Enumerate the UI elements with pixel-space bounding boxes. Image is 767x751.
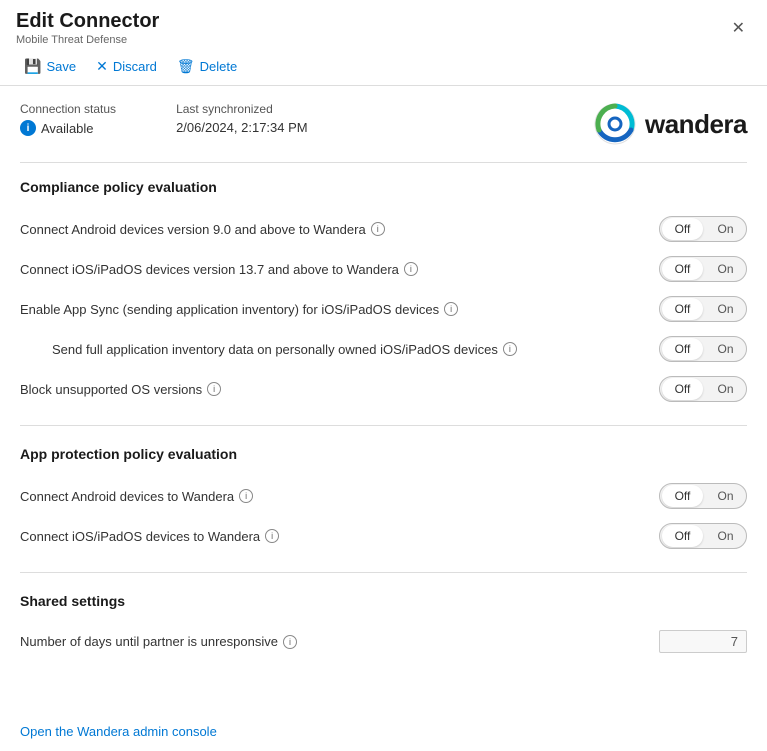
compliance-setting-label-2: Enable App Sync (sending application inv…: [20, 302, 659, 317]
toggle-on-1[interactable]: On: [705, 258, 746, 280]
toggle-off-3[interactable]: Off: [662, 338, 703, 360]
compliance-toggle-3[interactable]: Off On: [659, 336, 747, 362]
dialog-subtitle: Mobile Threat Defense: [16, 34, 159, 46]
app-protection-toggle-1[interactable]: Off On: [659, 523, 747, 549]
content-area: Connection status i Available Last synch…: [0, 86, 767, 712]
last-sync-text: 2/06/2024, 2:17:34 PM: [176, 120, 308, 135]
app-toggle-off-0[interactable]: Off: [662, 485, 703, 507]
compliance-setting-label-4: Block unsupported OS versions i: [20, 382, 659, 397]
days-setting-label: Number of days until partner is unrespon…: [20, 634, 659, 649]
compliance-section: Compliance policy evaluation Connect And…: [20, 179, 747, 426]
compliance-setting-row-4: Block unsupported OS versions i Off On: [20, 369, 747, 409]
app-protection-row-0: Connect Android devices to Wandera i Off…: [20, 476, 747, 516]
status-info-icon: i: [20, 120, 36, 136]
app-toggle-on-0[interactable]: On: [705, 485, 746, 507]
status-section: Connection status i Available Last synch…: [20, 102, 747, 163]
app-protection-label-0: Connect Android devices to Wandera i: [20, 489, 659, 504]
save-button[interactable]: 💾 Save: [16, 54, 84, 79]
compliance-setting-text-3: Send full application inventory data on …: [52, 342, 498, 357]
compliance-info-icon-2[interactable]: i: [444, 302, 458, 316]
compliance-setting-text-0: Connect Android devices version 9.0 and …: [20, 222, 366, 237]
toggle-off-4[interactable]: Off: [662, 378, 703, 400]
dialog-title: Edit Connector: [16, 10, 159, 33]
toggle-on-2[interactable]: On: [705, 298, 746, 320]
delete-icon: 🗑: [177, 58, 195, 75]
app-protection-section-title: App protection policy evaluation: [20, 446, 747, 462]
app-protection-toggle-0[interactable]: Off On: [659, 483, 747, 509]
compliance-setting-text-2: Enable App Sync (sending application inv…: [20, 302, 439, 317]
app-protection-label-1: Connect iOS/iPadOS devices to Wandera i: [20, 529, 659, 544]
compliance-info-icon-3[interactable]: i: [503, 342, 517, 356]
wandera-logo: wandera: [593, 102, 747, 146]
title-bar-left: Edit Connector Mobile Threat Defense: [16, 10, 159, 46]
toolbar: 💾 Save ✕ Discard 🗑 Delete: [0, 48, 767, 86]
app-protection-text-1: Connect iOS/iPadOS devices to Wandera: [20, 529, 260, 544]
compliance-setting-row-0: Connect Android devices version 9.0 and …: [20, 209, 747, 249]
app-protection-text-0: Connect Android devices to Wandera: [20, 489, 234, 504]
compliance-setting-text-4: Block unsupported OS versions: [20, 382, 202, 397]
compliance-info-icon-4[interactable]: i: [207, 382, 221, 396]
discard-button[interactable]: ✕ Discard: [88, 54, 165, 79]
connection-status-text: Available: [41, 121, 94, 136]
footer-section: Open the Wandera admin console: [0, 712, 767, 751]
compliance-setting-label-0: Connect Android devices version 9.0 and …: [20, 222, 659, 237]
connection-status-col: Connection status i Available: [20, 102, 116, 136]
wandera-admin-link[interactable]: Open the Wandera admin console: [20, 724, 217, 739]
toggle-on-0[interactable]: On: [705, 218, 746, 240]
connection-status-value: i Available: [20, 120, 116, 136]
toggle-on-3[interactable]: On: [705, 338, 746, 360]
app-protection-row-1: Connect iOS/iPadOS devices to Wandera i …: [20, 516, 747, 556]
compliance-setting-row-3: Send full application inventory data on …: [20, 329, 747, 369]
compliance-info-icon-1[interactable]: i: [404, 262, 418, 276]
delete-button[interactable]: 🗑 Delete: [169, 54, 245, 79]
discard-icon: ✕: [96, 58, 108, 75]
days-info-icon[interactable]: i: [283, 635, 297, 649]
close-button[interactable]: ✕: [726, 14, 751, 42]
shared-settings-title: Shared settings: [20, 593, 747, 609]
days-label-text: Number of days until partner is unrespon…: [20, 634, 278, 649]
wandera-logo-icon: [593, 102, 637, 146]
compliance-setting-label-3: Send full application inventory data on …: [52, 342, 659, 357]
compliance-section-title: Compliance policy evaluation: [20, 179, 747, 195]
compliance-toggle-2[interactable]: Off On: [659, 296, 747, 322]
shared-settings-section: Shared settings Number of days until par…: [20, 593, 747, 676]
app-protection-info-icon-1[interactable]: i: [265, 529, 279, 543]
compliance-setting-row-1: Connect iOS/iPadOS devices version 13.7 …: [20, 249, 747, 289]
last-sync-label: Last synchronized: [176, 102, 308, 116]
compliance-toggle-4[interactable]: Off On: [659, 376, 747, 402]
toggle-off-0[interactable]: Off: [662, 218, 703, 240]
compliance-toggle-0[interactable]: Off On: [659, 216, 747, 242]
app-protection-info-icon-0[interactable]: i: [239, 489, 253, 503]
last-sync-col: Last synchronized 2/06/2024, 2:17:34 PM: [176, 102, 308, 136]
discard-label: Discard: [113, 59, 157, 74]
compliance-setting-row-2: Enable App Sync (sending application inv…: [20, 289, 747, 329]
delete-label: Delete: [200, 59, 238, 74]
toggle-off-1[interactable]: Off: [662, 258, 703, 280]
app-toggle-off-1[interactable]: Off: [662, 525, 703, 547]
days-input[interactable]: [659, 630, 747, 653]
app-protection-section: App protection policy evaluation Connect…: [20, 446, 747, 573]
toggle-off-2[interactable]: Off: [662, 298, 703, 320]
compliance-setting-text-1: Connect iOS/iPadOS devices version 13.7 …: [20, 262, 399, 277]
app-toggle-on-1[interactable]: On: [705, 525, 746, 547]
last-sync-value: 2/06/2024, 2:17:34 PM: [176, 120, 308, 135]
days-setting-row: Number of days until partner is unrespon…: [20, 623, 747, 660]
connection-status-label: Connection status: [20, 102, 116, 116]
compliance-toggle-1[interactable]: Off On: [659, 256, 747, 282]
edit-connector-dialog: Edit Connector Mobile Threat Defense ✕ 💾…: [0, 0, 767, 751]
save-label: Save: [46, 59, 76, 74]
compliance-setting-label-1: Connect iOS/iPadOS devices version 13.7 …: [20, 262, 659, 277]
wandera-brand-text: wandera: [645, 109, 747, 140]
compliance-info-icon-0[interactable]: i: [371, 222, 385, 236]
title-bar: Edit Connector Mobile Threat Defense ✕: [0, 0, 767, 48]
status-left: Connection status i Available Last synch…: [20, 102, 308, 136]
save-icon: 💾: [24, 58, 41, 75]
toggle-on-4[interactable]: On: [705, 378, 746, 400]
